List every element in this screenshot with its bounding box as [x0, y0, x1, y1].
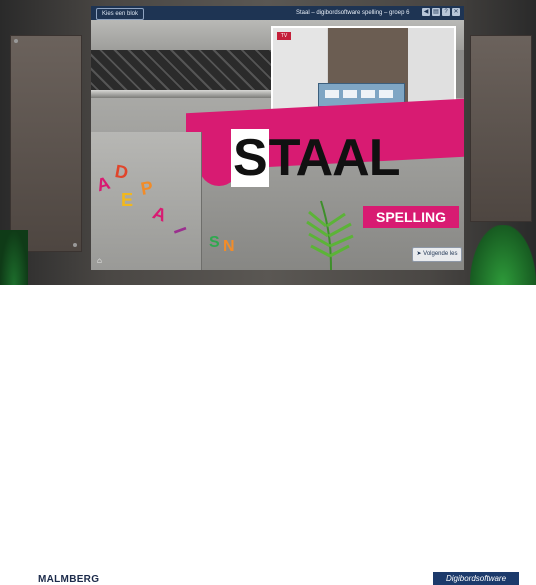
letter-s: S [209, 234, 220, 251]
rivet [14, 39, 18, 43]
tread-plate [91, 50, 271, 90]
letter-e: E [121, 190, 134, 210]
home-icon[interactable]: ⌂ [97, 256, 102, 265]
letter-n: N [223, 238, 235, 255]
letter-tile [343, 90, 357, 98]
letter-p: P [139, 177, 155, 199]
metal-pipe [91, 90, 271, 98]
prev-icon[interactable]: ◀ [422, 8, 430, 16]
app-stage: Kies een blok Staal – digibordsoftware s… [0, 0, 536, 285]
background-panel-left [10, 35, 82, 252]
background-panel-right [470, 35, 532, 222]
grass-decoration-right [470, 225, 536, 285]
digibordsoftware-logo: Digibordsoftware [433, 572, 519, 585]
staal-title-rest: TAAL [268, 129, 401, 187]
letter-a: A [94, 172, 113, 196]
footer-bar: MALMBERG Digibordsoftware [0, 285, 536, 585]
close-icon[interactable]: ✕ [452, 8, 460, 16]
letter-tile [379, 90, 393, 98]
video-channel-logo: TV [277, 32, 291, 40]
next-lesson-label: Volgende les [423, 251, 458, 257]
grass-decoration-left [0, 230, 28, 285]
toolbar-icons: ◀ ▤ ? ✕ [422, 8, 460, 16]
letter-tile [361, 90, 375, 98]
malmberg-logo: MALMBERG [38, 574, 100, 585]
letter-i: I [169, 224, 191, 237]
rivet [73, 243, 77, 247]
letter-a-2: A [150, 202, 170, 226]
staal-title: STAAL [231, 129, 401, 187]
next-lesson-button[interactable]: ➤ Volgende les [412, 247, 462, 262]
top-toolbar: Kies een blok Staal – digibordsoftware s… [91, 6, 464, 20]
letter-tile [325, 90, 339, 98]
digibord-board: Kies een blok Staal – digibordsoftware s… [91, 6, 464, 270]
fern-plant [306, 200, 354, 270]
spelling-label: SPELLING [363, 206, 459, 228]
help-icon[interactable]: ? [442, 8, 450, 16]
window-title: Staal – digibordsoftware spelling – groe… [296, 10, 410, 16]
book-icon[interactable]: ▤ [432, 8, 440, 16]
staal-title-s: S [231, 129, 269, 187]
pick-block-button[interactable]: Kies een blok [96, 8, 144, 20]
letters-panel: A D E P A I S N [91, 132, 235, 270]
letter-d: D [113, 161, 130, 183]
